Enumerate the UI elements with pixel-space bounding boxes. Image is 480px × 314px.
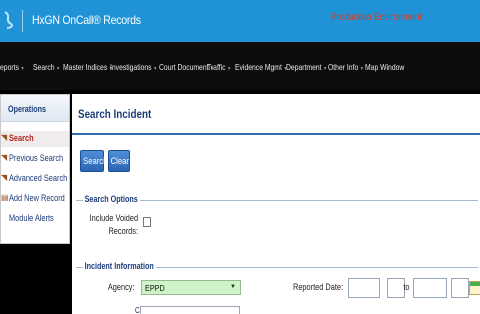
title-divider	[72, 133, 480, 135]
search-options-fieldset: Search Options Include Voided Records:	[76, 194, 478, 248]
sidebar: Operations ◥ Search ◥ Previous Search ◥ …	[0, 94, 70, 244]
sidebar-item-add-new-record[interactable]: ▤ Add New Record	[1, 191, 69, 207]
main-content: Search Incident Search Clear Search Opti…	[72, 94, 480, 314]
include-voided-label-2: Records:	[108, 226, 138, 236]
agency-select[interactable]: EPPD ▼	[141, 280, 241, 295]
record-icon: ▤	[1, 193, 9, 202]
reported-date-from-input[interactable]	[348, 278, 380, 298]
search-options-legend: Search Options	[83, 194, 140, 204]
nav-item-traffic[interactable]: Traffic ▼	[207, 62, 231, 72]
nav-item-other-info[interactable]: Other Info ▼	[328, 62, 364, 72]
reported-date-label: Reported Date:	[292, 282, 343, 292]
reported-date-to-time-input[interactable]	[451, 278, 469, 298]
record-icon: ◥	[1, 133, 8, 142]
nav-item-court-document[interactable]: Court Document ▼	[159, 62, 214, 72]
reported-date-from-time-input[interactable]	[387, 278, 405, 298]
sidebar-item-module-alerts[interactable]: Module Alerts	[1, 211, 69, 227]
sidebar-item-advanced-search[interactable]: ◥ Advanced Search	[1, 171, 69, 187]
logo-divider	[22, 10, 23, 32]
next-field-input[interactable]	[140, 306, 240, 314]
page-title: Search Incident	[78, 107, 152, 121]
nav-item-evidence-mgmt[interactable]: Evidence Mgmt ▼	[235, 62, 287, 72]
chevron-down-icon: ▼	[230, 284, 236, 290]
nav-item-investigations[interactable]: Investigations ▼	[110, 62, 157, 72]
nav-item-department[interactable]: Department ▼	[286, 62, 327, 72]
search-button[interactable]: Search	[80, 150, 107, 172]
sidebar-header: Operations	[1, 95, 69, 122]
reported-date-to-input[interactable]	[413, 278, 447, 298]
nav-item-master-indices[interactable]: Master Indices ▼	[63, 62, 113, 72]
app-title: HxGN OnCall® Records	[32, 13, 141, 27]
nav-item-search[interactable]: Search ▼	[33, 62, 60, 72]
sidebar-heading: Operations	[8, 104, 47, 114]
nav-item-map-window[interactable]: Map Window	[365, 62, 404, 72]
agency-label: Agency:	[108, 282, 135, 292]
environment-label: Production Environment	[331, 12, 422, 23]
clear-button[interactable]: Clear	[108, 150, 130, 172]
chevron-down-icon: ▼	[359, 66, 364, 72]
sidebar-item-previous-search[interactable]: ◥ Previous Search	[1, 151, 69, 167]
include-voided-checkbox[interactable]	[143, 217, 151, 227]
record-icon: ◥	[1, 173, 8, 182]
include-voided-label: Include Voided	[89, 213, 138, 223]
hxgn-logo-icon	[2, 10, 20, 30]
incident-information-legend: Incident Information	[83, 261, 156, 271]
sidebar-item-search[interactable]: ◥ Search	[1, 131, 69, 147]
chevron-down-icon: ▼	[323, 66, 328, 72]
main-nav: eports ▼ Search ▼ Master Indices ▼ Investig…	[0, 42, 480, 90]
chevron-down-icon: ▼	[153, 66, 158, 72]
title-bar: HxGN OnCall® Records Production Environm…	[0, 0, 480, 42]
chevron-down-icon: ▼	[227, 66, 232, 72]
chevron-down-icon: ▼	[56, 66, 61, 72]
nav-item-reports[interactable]: eports ▼	[0, 62, 24, 72]
to-label: to	[403, 282, 410, 292]
chevron-down-icon: ▼	[20, 66, 25, 72]
record-icon: ◥	[1, 153, 8, 162]
calendar-icon[interactable]	[469, 281, 480, 295]
